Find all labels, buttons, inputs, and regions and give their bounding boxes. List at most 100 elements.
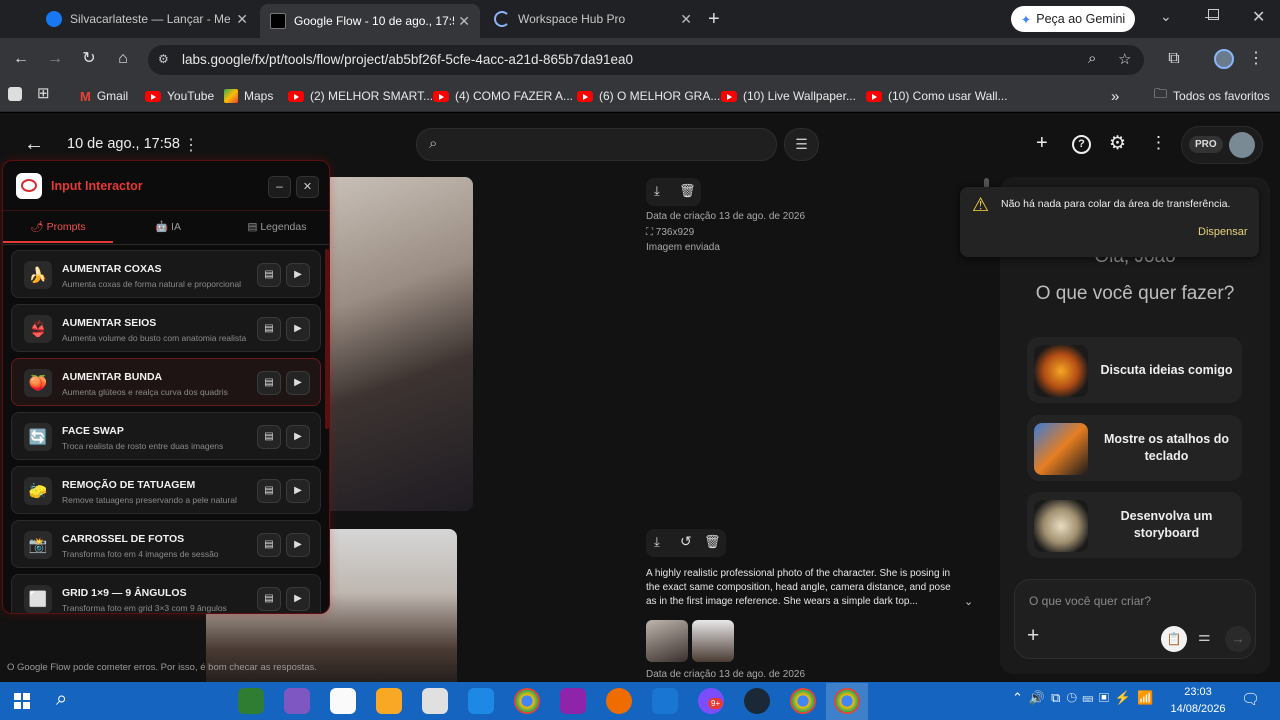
bookmark-video[interactable]: (6) O MELHOR GRA...	[577, 86, 720, 106]
copy-icon[interactable]: ▤	[257, 587, 281, 611]
copy-icon[interactable]: ▤	[257, 425, 281, 449]
outlook-icon[interactable]	[468, 688, 494, 714]
reuse-prompt-icon[interactable]: ↺	[680, 533, 692, 550]
tab-prompts[interactable]: 🌶 Prompts	[3, 211, 113, 243]
all-bookmarks[interactable]: 🗀 Todos os favoritos	[1154, 86, 1270, 106]
system-tray-icons[interactable]: ⌃🔊⧉◷⌨▣⚡📶	[1012, 690, 1159, 706]
bookmark-maps[interactable]: Maps	[224, 86, 273, 106]
store-icon[interactable]	[330, 688, 356, 714]
chrome-icon[interactable]	[790, 688, 816, 714]
clipboard-icon[interactable]: 📋	[1161, 626, 1187, 652]
site-info-icon[interactable]: ⚙	[158, 52, 169, 66]
card-storyboard[interactable]: Desenvolva um storyboard	[1027, 492, 1242, 558]
help-icon[interactable]: ?	[1072, 135, 1091, 154]
bookmark-video[interactable]: (10) Como usar Wall...	[866, 86, 1008, 106]
notepad-icon[interactable]	[422, 688, 448, 714]
copy-icon[interactable]: ▤	[257, 263, 281, 287]
settings-gear-icon[interactable]: ⚙	[1109, 132, 1126, 155]
app-store-icon[interactable]	[652, 688, 678, 714]
play-icon[interactable]: ▶	[286, 263, 310, 287]
reference-image-1[interactable]	[646, 620, 688, 662]
project-menu-icon[interactable]: ⋮	[183, 135, 199, 155]
winrar-icon[interactable]	[560, 688, 586, 714]
extensions-icon[interactable]: ⧉	[1162, 47, 1186, 71]
prompt-item[interactable]: 📸 CARROSSEL DE FOTOS Transforma foto em 4 …	[11, 520, 321, 568]
profile-avatar[interactable]	[1214, 49, 1234, 69]
back-icon[interactable]: ←	[9, 47, 33, 71]
close-window-button[interactable]: ✕	[1252, 7, 1265, 27]
copy-icon[interactable]: ▤	[257, 317, 281, 341]
bookmark-video[interactable]: (2) MELHOR SMART...	[288, 86, 433, 106]
bookmark-video[interactable]: (4) COMO FAZER A...	[433, 86, 573, 106]
tab-legendas[interactable]: ▤ Legendas	[223, 211, 329, 243]
apps-grid-icon[interactable]: ⊞	[37, 84, 50, 102]
discord-icon[interactable]: 9+	[698, 688, 724, 714]
copy-icon[interactable]: ▤	[257, 533, 281, 557]
tab-ia[interactable]: 🤖 IA	[113, 211, 223, 243]
tab-search-icon[interactable]: ⌄	[1160, 8, 1172, 25]
play-icon[interactable]: ▶	[286, 587, 310, 611]
add-attachment-icon[interactable]: +	[1027, 624, 1039, 648]
more-options-icon[interactable]: ⋮	[1150, 133, 1167, 153]
copilot-icon[interactable]	[284, 688, 310, 714]
tab-workspace-hub[interactable]: Workspace Hub Pro ✕	[484, 4, 702, 34]
tab-meta[interactable]: Silvacarlateste — Lançar - Meta ✕	[36, 4, 258, 34]
chrome-icon[interactable]	[834, 688, 860, 714]
prompt-input[interactable]: O que você quer criar? + 📋 ⚌ →	[1014, 579, 1256, 659]
play-icon[interactable]: ▶	[286, 533, 310, 557]
prompt-item[interactable]: 🍌 AUMENTAR COXAS Aumenta coxas de forma na…	[11, 250, 321, 298]
play-icon[interactable]: ▶	[286, 479, 310, 503]
play-icon[interactable]: ▶	[286, 371, 310, 395]
prompt-item[interactable]: ⬜ GRID 1×9 — 9 ÂNGULOS Transforma foto em …	[11, 574, 321, 613]
download-icon[interactable]: ⤓	[654, 183, 660, 199]
card-discuss-ideas[interactable]: Discuta ideias comigo	[1027, 337, 1242, 403]
search-input[interactable]: ⌕	[416, 128, 777, 161]
forward-icon[interactable]: →	[43, 47, 67, 71]
prompt-item[interactable]: 🍑 AUMENTAR BUNDA Aumenta glúteos e realça …	[11, 358, 321, 406]
maximize-button[interactable]	[1208, 9, 1219, 20]
close-tab-icon[interactable]: ✕	[680, 11, 692, 28]
filter-button[interactable]: ☰	[784, 128, 819, 161]
add-icon[interactable]: +	[1036, 132, 1048, 155]
minimize-panel-button[interactable]: –	[268, 176, 291, 198]
bookmark-star-icon[interactable]: ☆	[1118, 50, 1131, 68]
file-explorer-icon[interactable]	[376, 688, 402, 714]
back-arrow-icon[interactable]: ←	[24, 133, 44, 156]
chrome-icon[interactable]	[514, 688, 540, 714]
search-taskbar-icon[interactable]: ⌕	[56, 688, 67, 711]
copy-icon[interactable]: ▤	[257, 371, 281, 395]
new-tab-button[interactable]: +	[708, 8, 720, 31]
settings-sliders-icon[interactable]: ⚌	[1198, 628, 1211, 645]
card-keyboard-shortcuts[interactable]: Mostre os atalhos do teclado	[1027, 415, 1242, 481]
expand-prompt-icon[interactable]: ⌄	[964, 595, 973, 608]
home-icon[interactable]: ⌂	[111, 47, 135, 71]
edge-icon[interactable]	[238, 688, 264, 714]
close-tab-icon[interactable]: ✕	[236, 11, 248, 28]
microphone-icon[interactable]	[606, 688, 632, 714]
play-icon[interactable]: ▶	[286, 317, 310, 341]
address-bar[interactable]: ⚙ labs.google/fx/pt/tools/flow/project/a…	[148, 45, 1144, 75]
account-chip[interactable]: PRO	[1181, 126, 1263, 164]
delete-icon[interactable]: 🗑	[704, 534, 721, 550]
more-bookmarks-button[interactable]: »	[1111, 86, 1119, 106]
tab-google-flow[interactable]: Google Flow - 10 de ago., 17:58 ✕	[260, 4, 480, 38]
close-tab-icon[interactable]: ✕	[458, 13, 470, 30]
prompt-item[interactable]: 👙 AUMENTAR SEIOS Aumenta volume do busto c…	[11, 304, 321, 352]
bookmark-video[interactable]: (10) Live Wallpaper...	[721, 86, 856, 106]
menu-icon[interactable]: ⋮	[1244, 47, 1268, 71]
reload-icon[interactable]: ↻	[77, 47, 101, 71]
delete-icon[interactable]: 🗑	[679, 183, 696, 199]
panel-scrollbar[interactable]	[325, 249, 329, 429]
tab-groups-icon[interactable]	[8, 87, 22, 101]
windows-start-icon[interactable]	[14, 693, 30, 709]
download-icon[interactable]: ⤓	[654, 534, 660, 550]
zoom-icon[interactable]: ⌕	[1088, 50, 1096, 67]
prompt-item[interactable]: 🧽 REMOÇÃO DE TATUAGEM Remove tatuagens pre…	[11, 466, 321, 514]
bookmark-youtube[interactable]: YouTube	[145, 86, 214, 106]
prompt-item[interactable]: 🔄 FACE SWAP Troca realista de rosto entre …	[11, 412, 321, 460]
play-icon[interactable]: ▶	[286, 425, 310, 449]
dismiss-button[interactable]: Dispensar	[1198, 226, 1248, 238]
reference-image-2[interactable]	[692, 620, 734, 662]
steam-icon[interactable]	[744, 688, 770, 714]
uploaded-image-1[interactable]	[320, 177, 473, 511]
